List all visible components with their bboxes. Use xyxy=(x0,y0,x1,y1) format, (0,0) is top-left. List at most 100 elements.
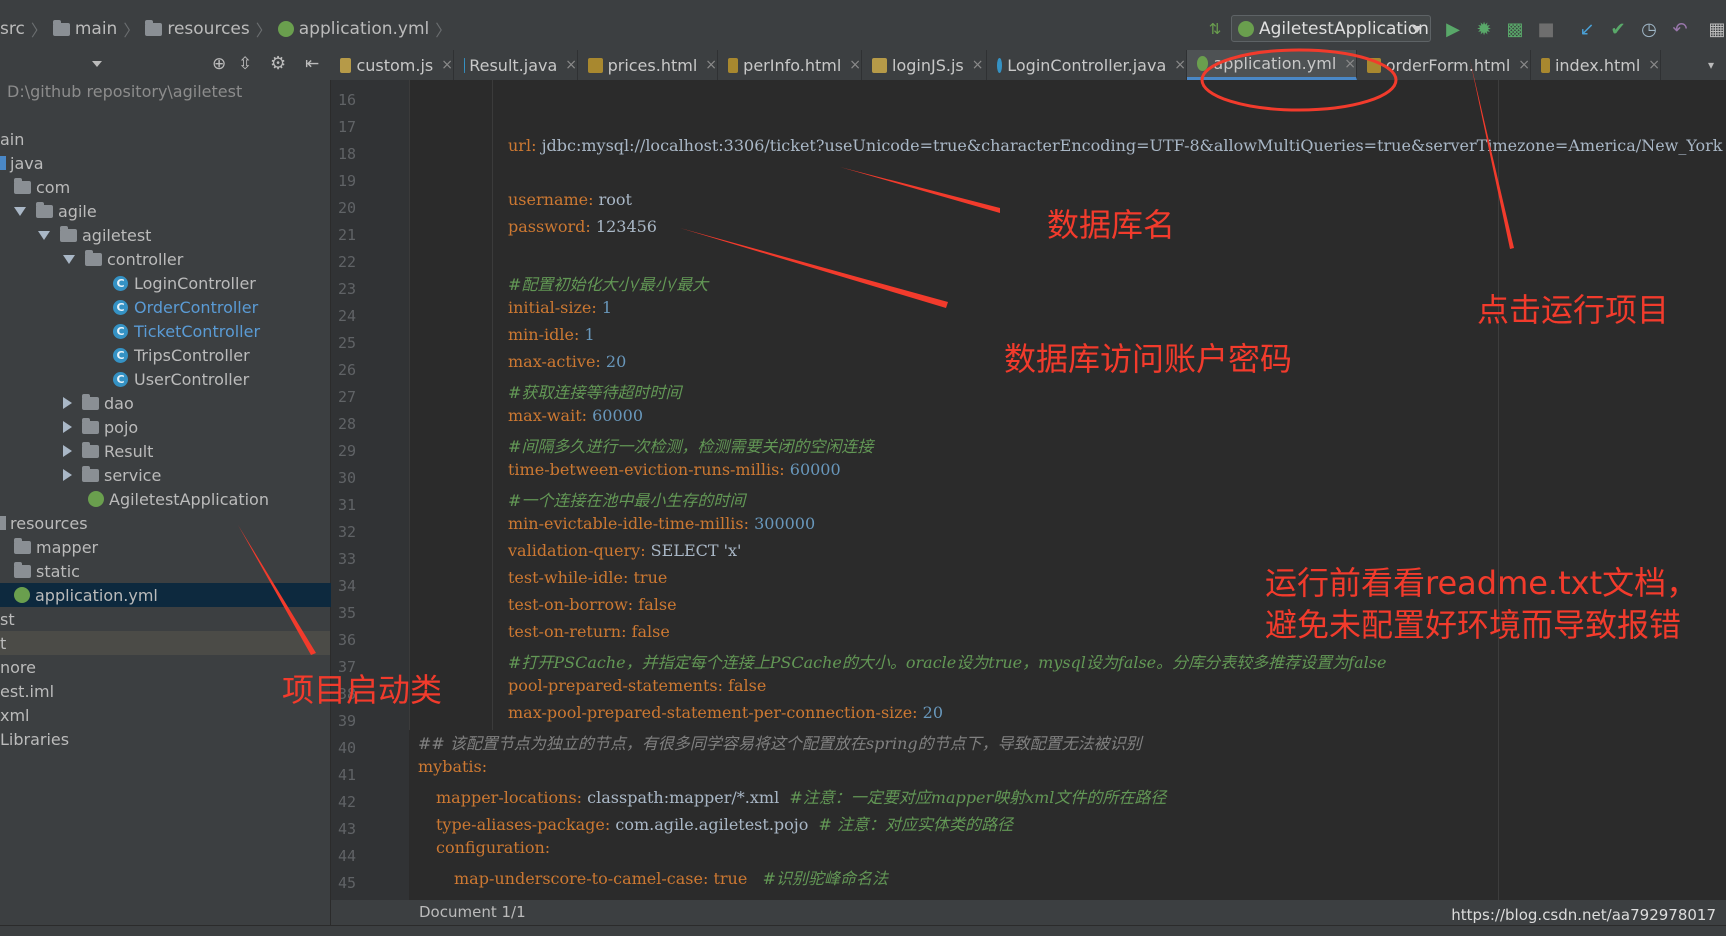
build-project-icon[interactable]: ⇅ xyxy=(1203,17,1227,41)
expand-arrow-icon[interactable] xyxy=(14,207,26,216)
breadcrumb-main[interactable]: main xyxy=(75,19,117,39)
java-class-icon: C xyxy=(113,348,128,363)
line-number: 18 xyxy=(338,145,370,163)
code-line-38: pool-prepared-statements: false xyxy=(508,676,766,695)
html-file-icon xyxy=(1541,58,1550,73)
collapse-all-icon[interactable]: ⇳ xyxy=(238,54,252,74)
breadcrumb-src[interactable]: src xyxy=(0,19,25,39)
yaml-key: username: xyxy=(508,190,594,209)
package-icon xyxy=(14,181,31,194)
java-class-icon: C xyxy=(113,300,128,315)
line-number: 16 xyxy=(338,91,370,109)
tree-item-t[interactable]: t xyxy=(0,631,330,655)
stop-icon[interactable]: ■ xyxy=(1534,17,1558,41)
tree-item-resources[interactable]: resources xyxy=(0,511,330,535)
tree-item-application-yml[interactable]: application.yml xyxy=(0,583,344,607)
close-icon[interactable]: × xyxy=(849,57,861,73)
tree-item-com[interactable]: com xyxy=(0,175,344,199)
code-line-44: configuration: xyxy=(436,838,550,857)
tree-item-mapper[interactable]: mapper xyxy=(0,535,344,559)
vcs-revert-icon[interactable]: ↶ xyxy=(1668,17,1692,41)
view-dropdown-icon[interactable] xyxy=(92,61,102,67)
tab-result-java[interactable]: Result.java × xyxy=(454,50,578,80)
tree-item-iml[interactable]: est.iml xyxy=(0,679,330,703)
close-icon[interactable]: × xyxy=(705,57,717,73)
run-configuration-dropdown[interactable]: AgiletestApplication xyxy=(1231,15,1431,42)
vcs-history-icon[interactable]: ◷ xyxy=(1637,17,1661,41)
gear-icon[interactable]: ⚙ xyxy=(270,53,286,74)
collapse-arrow-icon[interactable] xyxy=(63,469,72,481)
annotation-readme-line1: 运行前看看readme.txt文档， xyxy=(1265,558,1698,604)
tab-logincontroller-java[interactable]: LoginController.java × xyxy=(987,50,1187,80)
collapse-arrow-icon[interactable] xyxy=(63,397,72,409)
tree-item-external-libraries[interactable]: Libraries xyxy=(0,727,330,751)
expand-arrow-icon[interactable] xyxy=(38,231,50,240)
expand-arrow-icon[interactable] xyxy=(63,255,75,264)
breadcrumb-resources[interactable]: resources xyxy=(167,19,249,39)
code-line-39: max-pool-prepared-statement-per-connecti… xyxy=(508,703,943,722)
tree-item-st[interactable]: st xyxy=(0,607,330,631)
coverage-icon[interactable]: ▩ xyxy=(1503,17,1527,41)
tree-label: static xyxy=(36,562,80,581)
tab-prices-html[interactable]: prices.html × xyxy=(578,50,718,80)
collapse-arrow-icon[interactable] xyxy=(63,421,72,433)
collapse-arrow-icon[interactable] xyxy=(63,445,72,457)
yaml-comment: #注意：一定要对应mapper映射xml文件的所在路径 xyxy=(789,788,1166,807)
tree-label: agiletest xyxy=(82,226,151,245)
tab-application-yml[interactable]: application.yml × xyxy=(1187,50,1357,80)
close-icon[interactable]: × xyxy=(1518,57,1530,73)
yaml-value: false xyxy=(638,595,676,614)
java-class-icon: C xyxy=(113,276,128,291)
close-icon[interactable]: × xyxy=(1174,57,1186,73)
tree-item-pom-xml[interactable]: xml xyxy=(0,703,330,727)
package-icon xyxy=(82,469,99,482)
breadcrumb-file[interactable]: application.yml xyxy=(299,19,430,39)
yaml-value: 1 xyxy=(584,325,594,344)
code-line-45: map-underscore-to-camel-case: true #识别驼峰… xyxy=(454,865,888,889)
vcs-commit-icon[interactable]: ✔ xyxy=(1606,17,1630,41)
tree-item-java[interactable]: java xyxy=(0,151,330,175)
close-icon[interactable]: × xyxy=(565,57,577,73)
vcs-update-icon[interactable]: ↙ xyxy=(1575,17,1599,41)
tree-item-agile[interactable]: agile xyxy=(0,199,344,223)
tab-label: orderForm.html xyxy=(1386,56,1511,75)
tree-label: application.yml xyxy=(35,586,158,605)
spring-yml-icon xyxy=(14,587,30,603)
code-line-40: ## 该配置节点为独立的节点，有很多同学容易将这个配置放在spring的节点下，… xyxy=(418,730,1142,754)
tab-orderform-html[interactable]: orderForm.html × xyxy=(1357,50,1531,80)
locate-icon[interactable]: ⊕ xyxy=(212,54,226,74)
chevron-down-icon xyxy=(1412,26,1422,33)
tree-item-main[interactable]: ain xyxy=(0,127,330,151)
tree-label: UserController xyxy=(134,370,249,389)
indent-guide xyxy=(409,80,410,730)
hide-panel-icon[interactable]: ⇤ xyxy=(305,54,319,74)
debug-icon[interactable]: ✹ xyxy=(1472,17,1496,41)
tree-item-gitignore[interactable]: nore xyxy=(0,655,330,679)
tab-loginjs-js[interactable]: loginJS.js × xyxy=(862,50,987,80)
document-indicator[interactable]: Document 1/1 xyxy=(419,903,526,921)
tab-custom-js[interactable]: custom.js × xyxy=(330,50,454,80)
line-number: 32 xyxy=(338,523,370,541)
close-icon[interactable]: × xyxy=(1648,57,1660,73)
line-number: 22 xyxy=(338,253,370,271)
breadcrumb-separator: 〉 xyxy=(256,17,272,41)
tree-item-static[interactable]: static xyxy=(0,559,344,583)
html-file-icon xyxy=(1367,58,1381,73)
close-icon[interactable]: × xyxy=(441,57,453,73)
annotation-run-project: 点击运行项目 xyxy=(1477,285,1669,331)
yaml-value: 20 xyxy=(923,703,943,722)
tree-item-agiletest[interactable]: agiletest xyxy=(0,223,368,247)
tab-index-html[interactable]: index.html × xyxy=(1531,50,1661,80)
project-structure-icon[interactable]: ▦ xyxy=(1705,17,1726,41)
tab-label: prices.html xyxy=(608,56,698,75)
yaml-key: min-evictable-idle-time-millis: xyxy=(508,514,749,533)
tabs-overflow-icon[interactable]: ▾ xyxy=(1708,58,1714,72)
tree-label: mapper xyxy=(36,538,98,557)
annotation-db-name: 数据库名 xyxy=(1047,200,1175,246)
html-file-icon xyxy=(728,58,738,73)
run-icon[interactable]: ▶ xyxy=(1441,17,1465,41)
code-line-23: #配置初始化大小/最小/最大 xyxy=(508,271,708,295)
close-icon[interactable]: × xyxy=(1344,56,1356,72)
tab-perinfo-html[interactable]: perInfo.html × xyxy=(718,50,862,80)
close-icon[interactable]: × xyxy=(972,57,984,73)
